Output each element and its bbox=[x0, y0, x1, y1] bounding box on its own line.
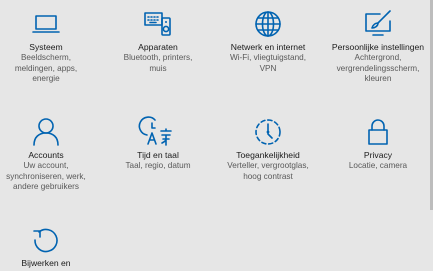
tile-title: Netwerk en internet bbox=[230, 42, 306, 52]
globe-icon bbox=[251, 7, 285, 41]
keyboard-speaker-icon bbox=[141, 7, 175, 41]
tile-title: Systeem bbox=[29, 42, 63, 52]
tile-description: Achtergrond, vergrendelingsscherm, kleur… bbox=[336, 53, 420, 84]
lock-icon bbox=[361, 115, 395, 149]
time-language-icon bbox=[138, 115, 175, 149]
tile-privacy[interactable]: Privacy Locatie, camera bbox=[324, 115, 432, 172]
tile-title: Privacy bbox=[363, 150, 393, 160]
tile-persoonlijke-instellingen[interactable]: Persoonlijke instellingen Achtergrond, v… bbox=[324, 7, 432, 85]
ease-of-access-icon bbox=[251, 115, 285, 149]
scrollbar[interactable] bbox=[429, 0, 433, 271]
tile-description: Wi-Fi, vliegtuigstand, VPN bbox=[230, 53, 306, 73]
laptop-icon bbox=[29, 7, 63, 41]
tile-description: Taal, regio, datum bbox=[125, 161, 191, 170]
refresh-icon bbox=[29, 223, 63, 257]
tile-title: Toegankelijkheid bbox=[236, 150, 300, 160]
paint-monitor-icon bbox=[361, 7, 395, 41]
tile-description: Locatie, camera bbox=[348, 161, 408, 170]
tile-description: Verteller, vergrootglas, hoog contrast bbox=[227, 161, 309, 181]
tile-title: Persoonlijke instellingen bbox=[331, 42, 425, 52]
tile-netwerk[interactable]: Netwerk en internet Wi-Fi, vliegtuigstan… bbox=[214, 7, 322, 74]
tile-toegankelijkheid[interactable]: Toegankelijkheid Verteller, vergrootglas… bbox=[214, 115, 322, 182]
tile-title: Bijwerken en bbox=[21, 258, 71, 268]
tile-description: Beeldscherm, meldingen, apps, energie bbox=[14, 53, 78, 84]
tile-systeem[interactable]: Systeem Beeldscherm, meldingen, apps, en… bbox=[0, 7, 100, 85]
tile-bijwerken[interactable]: Bijwerken en bbox=[0, 223, 100, 269]
tile-title: Tijd en taal bbox=[137, 150, 179, 160]
tile-accounts[interactable]: Accounts Uw account, synchroniseren, wer… bbox=[0, 115, 100, 193]
tile-title: Accounts bbox=[28, 150, 64, 160]
tile-description: Bluetooth, printers, muis bbox=[123, 53, 193, 73]
tile-tijd-en-taal[interactable]: Tijd en taal Taal, regio, datum bbox=[104, 115, 212, 172]
tile-description: Uw account, synchroniseren, werk, andere… bbox=[6, 161, 86, 192]
tile-apparaten[interactable]: Apparaten Bluetooth, printers, muis bbox=[104, 7, 212, 74]
person-icon bbox=[29, 115, 63, 149]
tile-title: Apparaten bbox=[138, 42, 178, 52]
